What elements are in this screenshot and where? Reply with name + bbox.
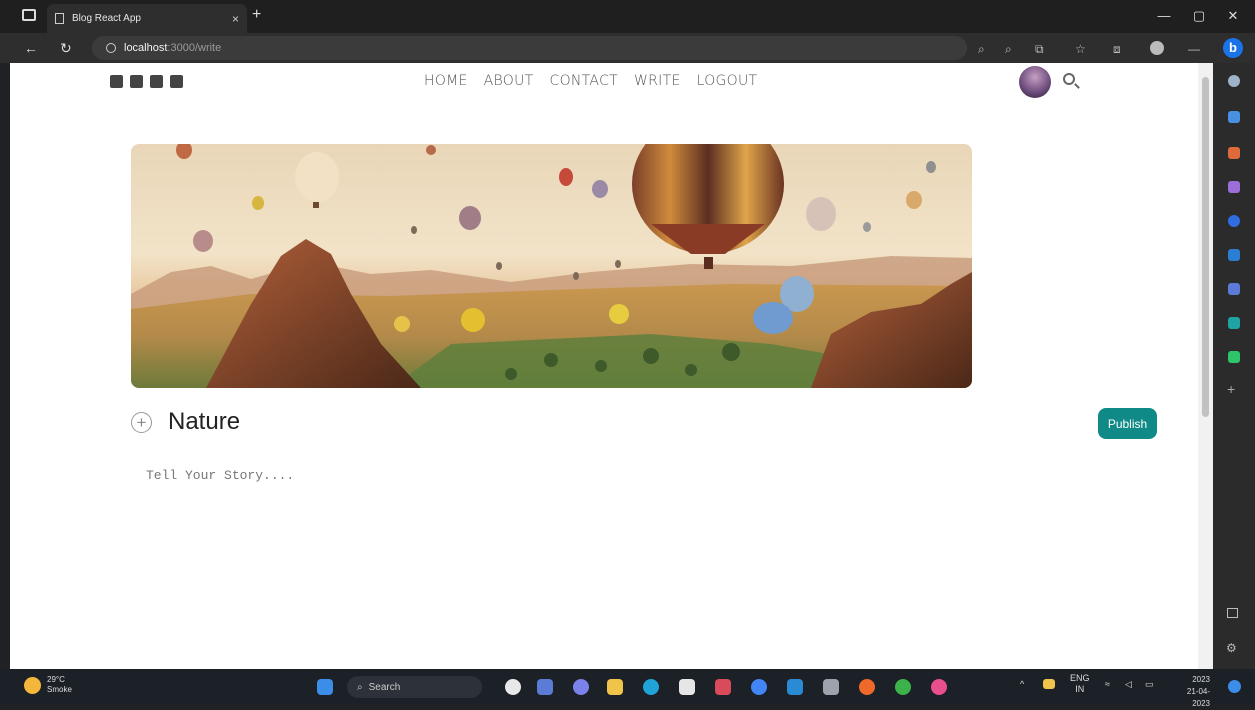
sidebar-outlook-icon[interactable] bbox=[1228, 249, 1240, 261]
sidebar-tools-icon[interactable] bbox=[1228, 147, 1240, 159]
url-host: localhost bbox=[124, 42, 168, 54]
info-icon[interactable] bbox=[106, 43, 116, 53]
sidebar-shopping-icon[interactable] bbox=[1228, 111, 1240, 123]
address-toolbar: ← ↻ localhost :3000/write ⌕ ⌕ ⧉ ☆ ⧈ — b bbox=[0, 33, 1255, 63]
lang-1: ENG bbox=[1070, 673, 1090, 683]
sidebar-games-icon[interactable] bbox=[1228, 181, 1240, 193]
story-textarea[interactable] bbox=[146, 468, 1046, 508]
facebook-square-icon[interactable] bbox=[110, 75, 123, 88]
chrome-icon[interactable] bbox=[751, 679, 767, 695]
zoom-icon[interactable]: ⌕ bbox=[1005, 42, 1012, 57]
add-image-button[interactable]: + bbox=[131, 412, 152, 433]
cover-image bbox=[131, 144, 972, 388]
taskbar-search[interactable]: ⌕ Search bbox=[347, 676, 482, 698]
minimize-button[interactable]: — bbox=[1154, 8, 1174, 23]
top-navigation: HOME ABOUT CONTACT WRITE LOGOUT bbox=[424, 73, 757, 89]
sidebar-add-icon[interactable]: + bbox=[1227, 381, 1235, 397]
widgets-icon[interactable] bbox=[537, 679, 553, 695]
nav-contact[interactable]: CONTACT bbox=[550, 73, 619, 89]
weather-text: Smoke bbox=[47, 685, 72, 694]
publish-button[interactable]: Publish bbox=[1098, 408, 1157, 439]
tab-actions-icon[interactable] bbox=[22, 9, 36, 21]
volume-icon[interactable]: ◁ bbox=[1125, 679, 1132, 690]
terminal-icon[interactable] bbox=[823, 679, 839, 695]
nav-logout[interactable]: LOGOUT bbox=[697, 73, 758, 89]
browser-tab-bar: Blog React App × + — ▢ ✕ bbox=[0, 0, 1255, 33]
postman-icon[interactable] bbox=[859, 679, 875, 695]
app-icon[interactable] bbox=[931, 679, 947, 695]
page-icon bbox=[55, 13, 64, 24]
taskview-icon[interactable] bbox=[505, 679, 521, 695]
instagram-square-icon[interactable] bbox=[170, 75, 183, 88]
user-avatar[interactable] bbox=[1019, 66, 1051, 98]
new-tab-button[interactable]: + bbox=[252, 6, 261, 24]
weather-icon bbox=[24, 676, 41, 694]
vscode-icon[interactable] bbox=[787, 679, 803, 695]
search-icon[interactable] bbox=[1063, 73, 1075, 85]
weather-widget[interactable]: 29°C Smoke bbox=[24, 675, 72, 695]
windows-start-icon[interactable] bbox=[317, 679, 333, 695]
lang-2: IN bbox=[1075, 684, 1085, 694]
wifi-icon[interactable]: ≈ bbox=[1105, 679, 1110, 689]
sidebar-microsoft365-icon[interactable] bbox=[1228, 215, 1240, 227]
reload-icon[interactable]: ↻ bbox=[60, 40, 72, 57]
url-path: :3000/write bbox=[167, 42, 222, 54]
web-page: HOME ABOUT CONTACT WRITE LOGOUT + Nature… bbox=[10, 63, 1198, 669]
tab-title: Blog React App bbox=[72, 13, 141, 24]
whatsapp-icon[interactable] bbox=[895, 679, 911, 695]
onedrive-icon[interactable] bbox=[1043, 679, 1055, 689]
close-window-button[interactable]: ✕ bbox=[1223, 8, 1243, 24]
read-aloud-icon[interactable]: ⌕ bbox=[978, 42, 985, 57]
twitter-square-icon[interactable] bbox=[130, 75, 143, 88]
clock[interactable]: 2023 21-04-2023 bbox=[1170, 674, 1210, 710]
language-indicator[interactable]: ENG IN bbox=[1070, 673, 1090, 695]
notification-icon[interactable] bbox=[1228, 680, 1241, 693]
extensions-icon[interactable]: ⧉ bbox=[1035, 42, 1044, 57]
social-icons bbox=[110, 75, 183, 88]
taskbar-search-label: Search bbox=[368, 681, 401, 693]
battery-icon[interactable]: ▭ bbox=[1145, 679, 1154, 690]
restore-button[interactable]: ▢ bbox=[1189, 8, 1209, 24]
edge-icon[interactable] bbox=[643, 679, 659, 695]
sidebar-designer-icon[interactable] bbox=[1228, 283, 1240, 295]
nav-write[interactable]: WRITE bbox=[634, 73, 681, 89]
close-tab-icon[interactable]: × bbox=[232, 12, 239, 26]
favorites-icon[interactable]: ☆ bbox=[1075, 42, 1086, 56]
browser-tab[interactable]: Blog React App × bbox=[47, 4, 247, 33]
nav-about[interactable]: ABOUT bbox=[484, 73, 534, 89]
teams-icon[interactable] bbox=[573, 679, 589, 695]
pinterest-square-icon[interactable] bbox=[150, 75, 163, 88]
windows-taskbar: 29°C Smoke ⌕ Search ^ ENG IN ≈ ◁ ▭ 2023 … bbox=[0, 669, 1255, 708]
show-hidden-icons[interactable]: ^ bbox=[1020, 679, 1024, 689]
file-explorer-icon[interactable] bbox=[607, 679, 623, 695]
sidebar-hide-icon[interactable] bbox=[1227, 608, 1238, 618]
mcafee-icon[interactable] bbox=[715, 679, 731, 695]
profile-avatar-icon[interactable] bbox=[1150, 41, 1164, 55]
back-icon[interactable]: ← bbox=[24, 40, 38, 56]
edge-sidebar: + ⚙ bbox=[1213, 63, 1255, 669]
store-icon[interactable] bbox=[679, 679, 695, 695]
sidebar-app-icon[interactable] bbox=[1228, 351, 1240, 363]
nav-home[interactable]: HOME bbox=[424, 73, 468, 89]
address-input[interactable]: localhost :3000/write bbox=[92, 36, 967, 60]
sidebar-drop-icon[interactable] bbox=[1228, 317, 1240, 329]
time: 2023 bbox=[1192, 675, 1210, 684]
date: 21-04-2023 bbox=[1186, 687, 1210, 708]
sidebar-settings-icon[interactable]: ⚙ bbox=[1226, 641, 1237, 655]
search-icon: ⌕ bbox=[357, 681, 363, 693]
sidebar-search-icon[interactable] bbox=[1228, 75, 1240, 87]
temperature: 29°C bbox=[47, 675, 65, 684]
title-input[interactable] bbox=[168, 406, 968, 438]
more-options-icon[interactable]: — bbox=[1188, 42, 1200, 56]
bing-chat-icon[interactable]: b bbox=[1223, 38, 1243, 58]
collections-icon[interactable]: ⧈ bbox=[1113, 42, 1121, 57]
scroll-thumb[interactable] bbox=[1202, 77, 1209, 417]
page-scrollbar[interactable] bbox=[1198, 63, 1213, 669]
